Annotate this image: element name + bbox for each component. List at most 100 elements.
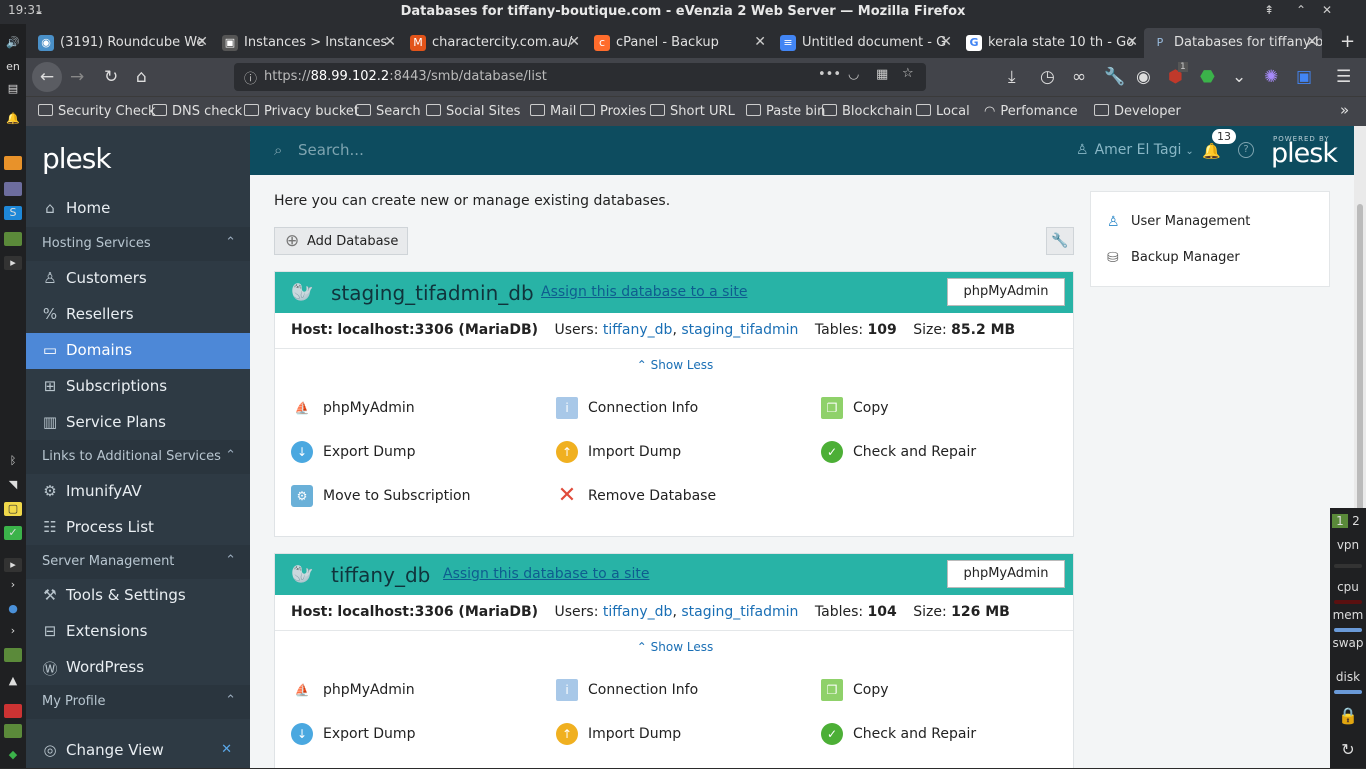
info-icon[interactable]: ⓘ: [244, 68, 257, 87]
sidebar-item-imunifyav[interactable]: ⚙ ImunifyAV: [26, 474, 250, 510]
backup-manager-link[interactable]: ⛁ Backup Manager: [1107, 250, 1240, 266]
tab-close-icon[interactable]: ✕: [196, 34, 208, 50]
action-export-dump[interactable]: ↓ Export Dump: [291, 723, 415, 745]
bookmark-folder[interactable]: Proxies: [580, 104, 646, 119]
sidebar-item-domains[interactable]: ▭ Domains: [26, 333, 250, 369]
sidebar-item-process-list[interactable]: ☷ Process List: [26, 510, 250, 546]
sidebar-item-change-view[interactable]: ◎ Change View ✕: [26, 733, 250, 769]
action-copy[interactable]: ❐ Copy: [821, 397, 889, 419]
action-check-repair[interactable]: ✓ Check and Repair: [821, 441, 976, 463]
tab-close-icon[interactable]: ✕: [1306, 34, 1318, 50]
back-icon[interactable]: ←: [32, 62, 62, 92]
bookmark-folder[interactable]: Social Sites: [426, 104, 520, 119]
bookmark-folder[interactable]: Search: [356, 104, 421, 119]
bell-icon[interactable]: 🔔: [1202, 142, 1221, 160]
sidebar-item-resellers[interactable]: % Resellers: [26, 297, 250, 333]
tab-plesk-databases[interactable]: P Databases for tiffany-b ✕: [1144, 28, 1322, 58]
app-icon[interactable]: [4, 704, 22, 718]
action-copy[interactable]: ❐ Copy: [821, 679, 889, 701]
section-hosting-services[interactable]: Hosting Services ⌃: [26, 227, 250, 261]
volume-icon[interactable]: 🔊: [4, 36, 22, 50]
history-icon[interactable]: ◷: [1040, 67, 1055, 87]
home-icon[interactable]: ⌂: [136, 67, 147, 87]
editor-launcher-icon[interactable]: [4, 182, 22, 196]
bookmark-folder[interactable]: Short URL: [650, 104, 735, 119]
user-link[interactable]: staging_tifadmin: [681, 322, 798, 338]
bookmark-folder[interactable]: Security Check: [38, 104, 156, 119]
power-icon[interactable]: ↻: [1330, 740, 1366, 759]
action-remove-database[interactable]: ✕ Remove Database: [556, 485, 716, 507]
new-tab-icon[interactable]: +: [1332, 28, 1362, 58]
section-additional-services[interactable]: Links to Additional Services ⌃: [26, 440, 250, 474]
action-phpmyadmin[interactable]: ⛵ phpMyAdmin: [291, 400, 415, 416]
lock-icon[interactable]: 🔒: [1330, 706, 1366, 725]
bookmark-star-icon[interactable]: ☆: [902, 66, 914, 81]
section-server-management[interactable]: Server Management ⌃: [26, 545, 250, 579]
address-bar[interactable]: ⓘ https://88.99.102.2:8443/smb/database/…: [234, 63, 926, 91]
arrow-icon[interactable]: ›: [4, 624, 22, 638]
sidebar-item-extensions[interactable]: ⊟ Extensions: [26, 614, 250, 650]
tab-instances[interactable]: ▣ Instances > Instances ✕: [214, 28, 400, 58]
bluetooth-icon[interactable]: ᛒ: [4, 454, 22, 468]
bookmark-folder[interactable]: Paste bin: [746, 104, 825, 119]
sidebar-item-subscriptions[interactable]: ⊞ Subscriptions: [26, 369, 250, 405]
action-move-subscription[interactable]: ⚙ Move to Subscription: [291, 485, 471, 507]
workspace-1[interactable]: 1: [1332, 514, 1348, 528]
terminal-icon[interactable]: ▸: [4, 558, 22, 572]
tab-close-icon[interactable]: ✕: [754, 34, 766, 50]
tab-cpanel[interactable]: c cPanel - Backup ✕: [586, 28, 770, 58]
bookmark-folder[interactable]: Local: [916, 104, 970, 119]
sidebar-item-service-plans[interactable]: ▥ Service Plans: [26, 405, 250, 441]
action-connection-info[interactable]: i Connection Info: [556, 397, 698, 419]
action-check-repair[interactable]: ✓ Check and Repair: [821, 723, 976, 745]
translate-icon[interactable]: ▦: [876, 67, 888, 82]
help-icon[interactable]: ?: [1238, 142, 1254, 158]
shield-icon[interactable]: ◆: [4, 748, 22, 762]
sidebar-item-customers[interactable]: ♙ Customers: [26, 261, 250, 297]
check-icon[interactable]: ✓: [4, 526, 22, 540]
firefox-icon[interactable]: ●: [4, 602, 22, 616]
terminal-launcher-icon[interactable]: ▸: [4, 256, 22, 270]
sidebar-item-tools-settings[interactable]: ⚒ Tools & Settings: [26, 578, 250, 614]
action-import-dump[interactable]: ↑ Import Dump: [556, 723, 681, 745]
keyboard-lang[interactable]: en: [4, 60, 22, 74]
tab-docs[interactable]: ≡ Untitled document - G ✕: [772, 28, 956, 58]
close-window-icon[interactable]: ✕: [1322, 3, 1332, 17]
wrench-icon[interactable]: 🔧: [1104, 67, 1125, 87]
files-launcher-icon[interactable]: [4, 232, 22, 246]
reload-icon[interactable]: ↻: [104, 67, 118, 87]
bookmark-folder[interactable]: Privacy bucket: [244, 104, 359, 119]
tab-roundcube[interactable]: ◉ (3191) Roundcube We ✕: [30, 28, 212, 58]
user-link[interactable]: tiffany_db: [603, 322, 673, 338]
assign-database-link[interactable]: Assign this database to a site: [541, 284, 747, 300]
action-export-dump[interactable]: ↓ Export Dump: [291, 441, 415, 463]
bookmark-folder[interactable]: Mail: [530, 104, 576, 119]
action-import-dump[interactable]: ↑ Import Dump: [556, 441, 681, 463]
sidebar-item-wordpress[interactable]: Ⓦ WordPress: [26, 650, 250, 686]
phpmyadmin-button[interactable]: phpMyAdmin: [947, 278, 1065, 306]
menu-icon[interactable]: ☰: [1336, 67, 1351, 87]
w-extension-icon[interactable]: ⬣: [1200, 67, 1215, 87]
tab-charactercity[interactable]: M charactercity.com.au/✕: [402, 28, 584, 58]
plesk-logo[interactable]: plesk: [42, 142, 112, 175]
bookmark-folder[interactable]: Developer: [1094, 104, 1181, 119]
skype-launcher-icon[interactable]: S: [4, 206, 22, 220]
phpmyadmin-button[interactable]: phpMyAdmin: [947, 560, 1065, 588]
user-management-link[interactable]: ♙ User Management: [1107, 214, 1250, 230]
ai-extension-icon[interactable]: ✺: [1264, 67, 1278, 87]
chevron-extension-icon[interactable]: ⌄: [1232, 67, 1246, 87]
sidebar-item-home[interactable]: ⌂ Home: [26, 191, 250, 227]
forward-icon[interactable]: →: [70, 67, 84, 87]
folder-icon[interactable]: [4, 724, 22, 738]
bookmarks-overflow-icon[interactable]: »: [1340, 101, 1349, 119]
close-icon[interactable]: ✕: [221, 742, 232, 757]
downloads-icon[interactable]: ⤓: [1008, 67, 1016, 87]
tab-close-icon[interactable]: ✕: [940, 34, 952, 50]
add-database-button[interactable]: ⊕ Add Database: [274, 227, 408, 255]
workspace-2[interactable]: 2: [1348, 514, 1364, 528]
action-phpmyadmin[interactable]: ⛵ phpMyAdmin: [291, 682, 415, 698]
notes-icon[interactable]: ▢: [4, 502, 22, 516]
circle-icon[interactable]: ◉: [1136, 67, 1151, 87]
wifi-icon[interactable]: ◥: [4, 478, 22, 492]
show-less-toggle[interactable]: ⌃ Show Less: [275, 358, 1075, 372]
